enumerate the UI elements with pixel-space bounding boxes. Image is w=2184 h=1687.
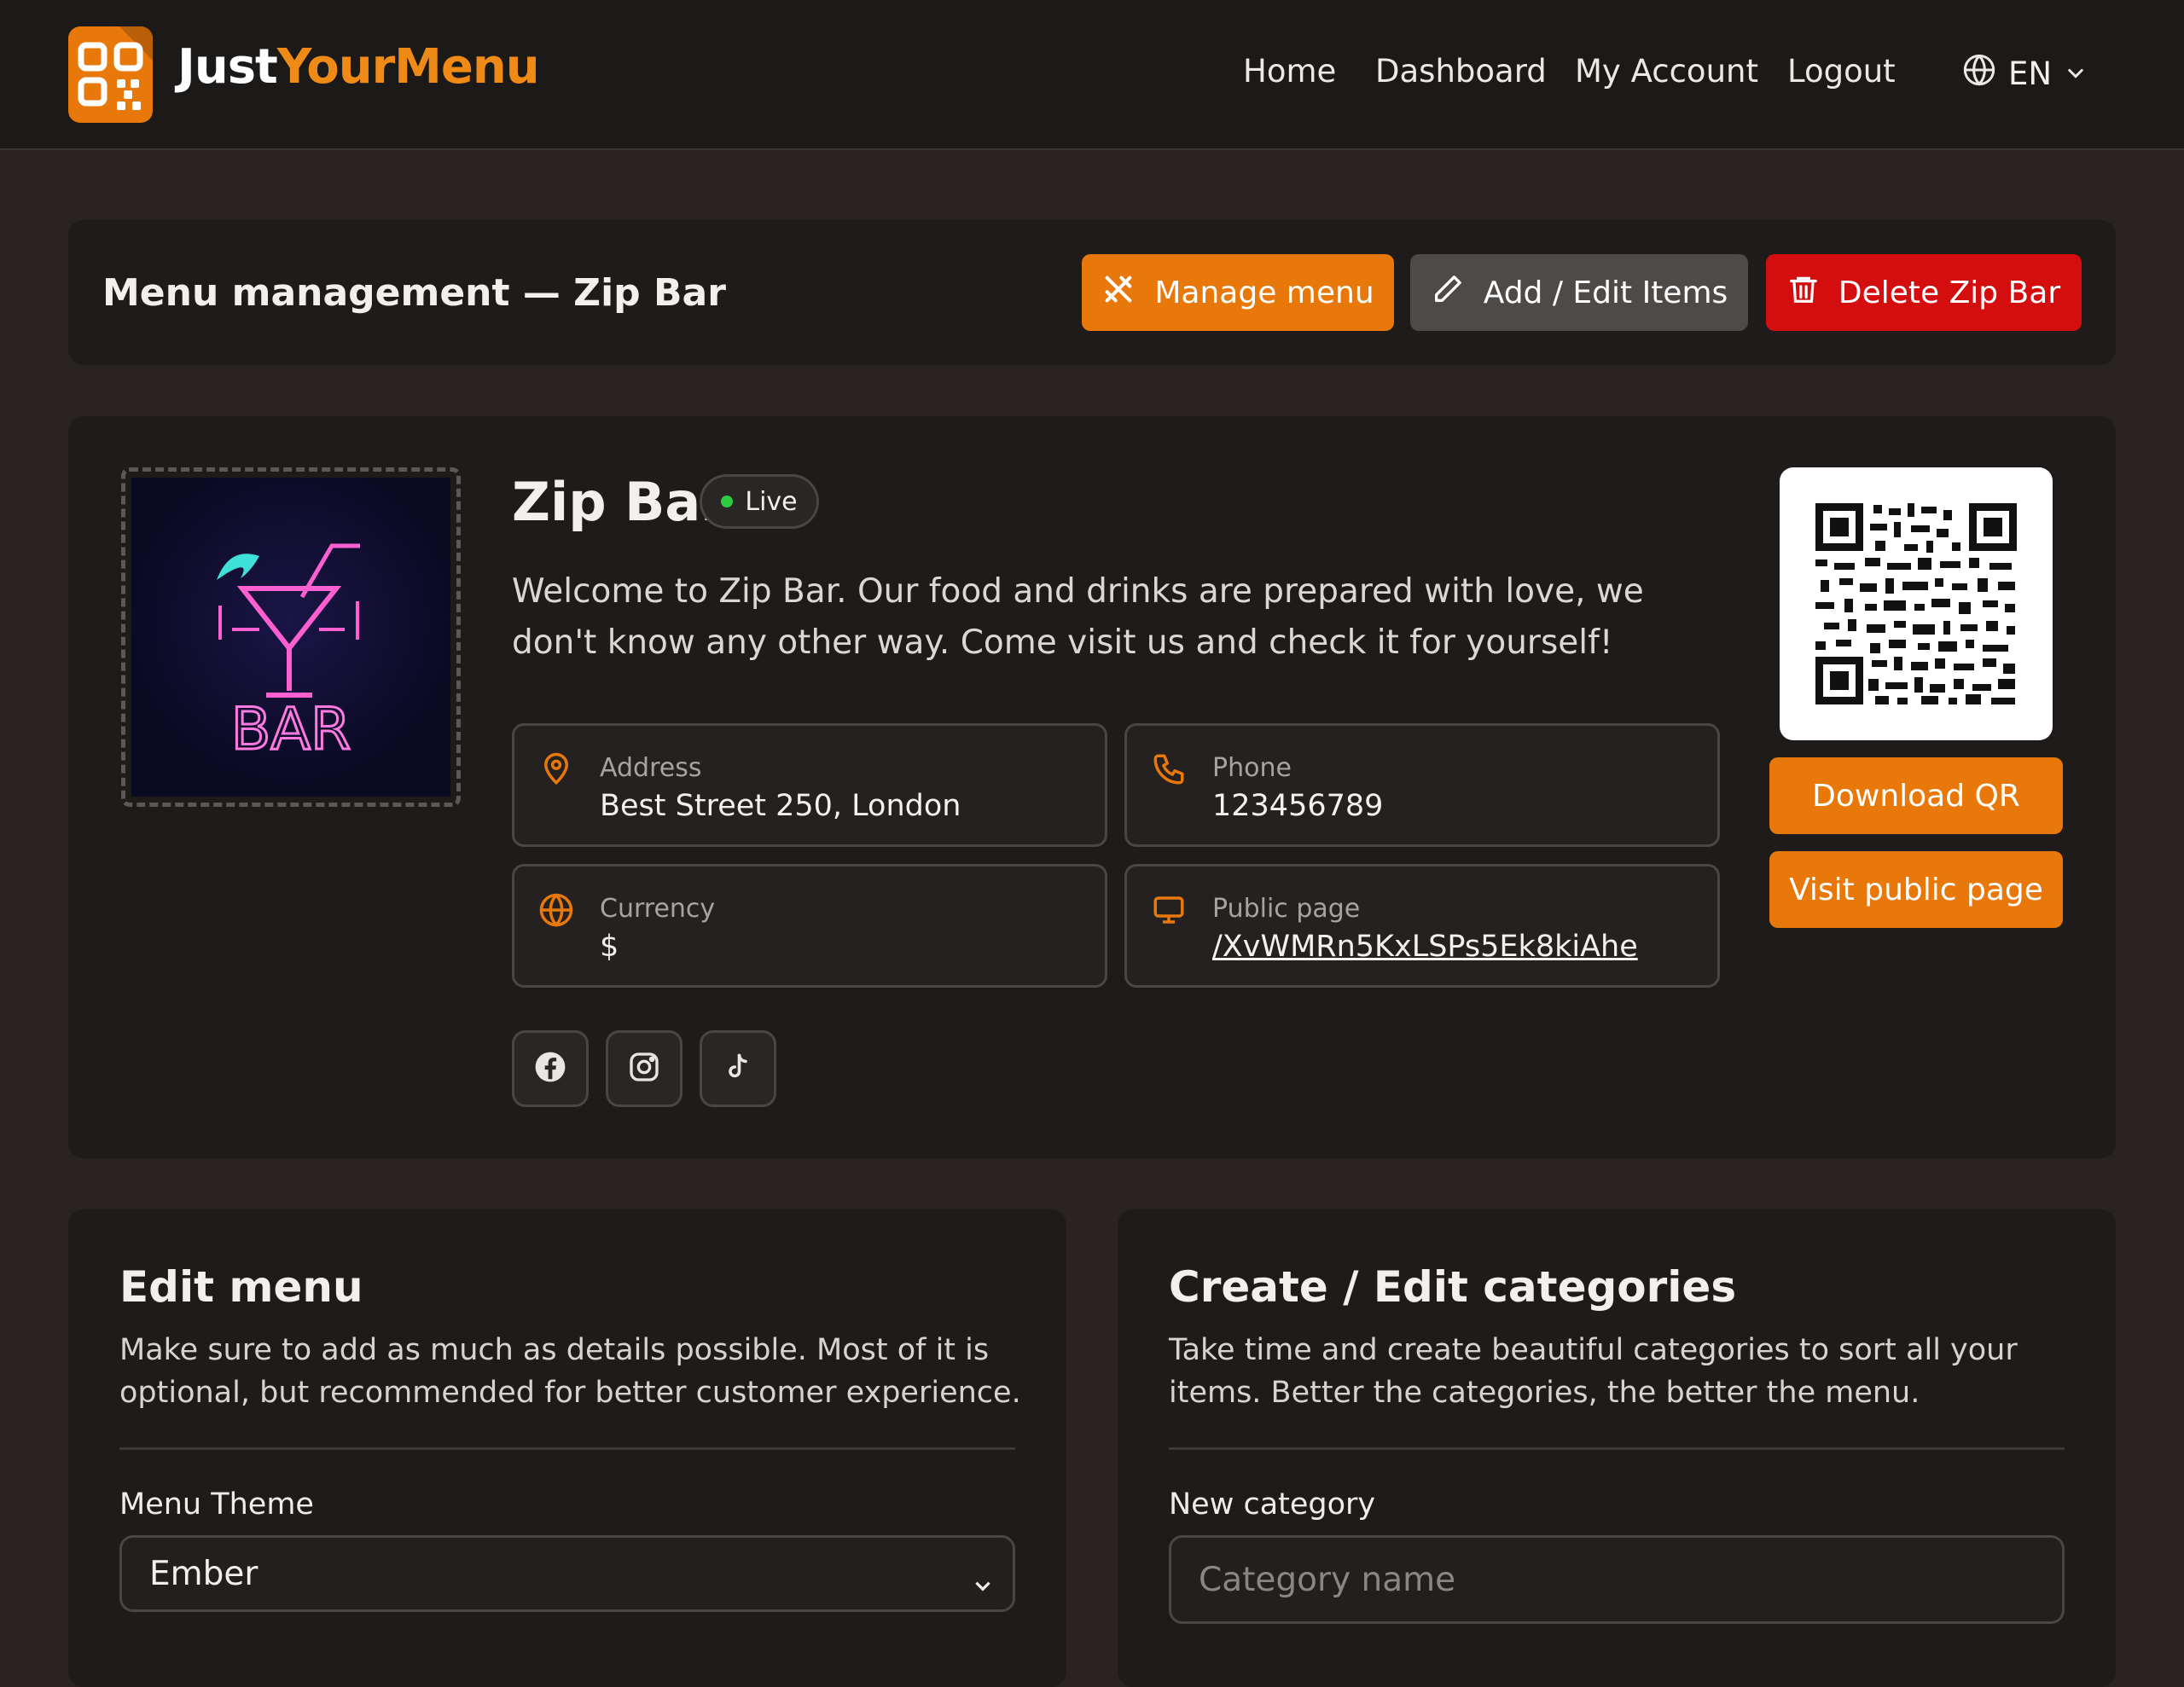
new-category-label: New category <box>1169 1487 1376 1522</box>
venue-name: Zip Bar <box>512 471 727 533</box>
address-label: Address <box>600 753 702 783</box>
nav-dashboard-link[interactable]: Dashboard <box>1375 53 1547 90</box>
globe-icon <box>538 892 574 931</box>
qr-code-icon <box>1815 503 2017 704</box>
status-label: Live <box>745 486 798 517</box>
address-info-card: Address Best Street 250, London <box>512 723 1107 847</box>
phone-label: Phone <box>1212 753 1292 783</box>
address-value: Best Street 250, London <box>600 789 961 823</box>
categories-divider <box>1169 1447 2065 1450</box>
pencil-icon <box>1431 272 1465 314</box>
facebook-button[interactable] <box>512 1030 589 1107</box>
public-page-label: Public page <box>1212 894 1361 924</box>
chevron-down-icon <box>2064 55 2088 92</box>
menu-theme-label: Menu Theme <box>119 1487 314 1522</box>
category-name-placeholder: Category name <box>1199 1560 1456 1599</box>
logo-text: BAR <box>231 696 351 763</box>
currency-label: Currency <box>600 894 716 924</box>
download-qr-label: Download QR <box>1812 778 2020 814</box>
categories-description: Take time and create beautiful categorie… <box>1169 1333 2018 1410</box>
brand-name[interactable]: JustYourMenu <box>177 39 540 95</box>
delete-venue-label: Delete Zip Bar <box>1838 275 2061 310</box>
add-edit-items-button[interactable]: Add / Edit Items <box>1410 254 1748 331</box>
chevron-down-icon <box>972 1567 994 1605</box>
menu-theme-select[interactable]: Ember <box>119 1535 1015 1612</box>
edit-menu-description: Make sure to add as much as details poss… <box>119 1333 1021 1410</box>
manage-menu-button[interactable]: Manage menu <box>1082 254 1394 331</box>
venue-logo-image: BAR <box>131 478 450 797</box>
currency-value: $ <box>600 930 619 964</box>
categories-title: Create / Edit categories <box>1169 1262 1737 1312</box>
nav-logout-link[interactable]: Logout <box>1787 53 1896 90</box>
download-qr-button[interactable]: Download QR <box>1769 757 2063 834</box>
cocktail-neon-icon: BAR <box>217 543 360 765</box>
qr-code-image <box>1780 467 2053 740</box>
nav-home-link[interactable]: Home <box>1243 53 1336 90</box>
edit-menu-title: Edit menu <box>119 1262 363 1312</box>
phone-icon <box>1151 751 1187 791</box>
language-code: EN <box>2008 55 2053 92</box>
add-edit-items-label: Add / Edit Items <box>1483 275 1728 310</box>
globe-icon <box>1962 53 1996 95</box>
manage-menu-label: Manage menu <box>1154 275 1374 310</box>
instagram-button[interactable] <box>606 1030 682 1107</box>
phone-value: 123456789 <box>1212 789 1384 823</box>
page-title: Menu management — Zip Bar <box>102 271 726 315</box>
tools-icon <box>1101 272 1136 314</box>
tiktok-button[interactable] <box>700 1030 776 1107</box>
status-badge: Live <box>700 474 819 529</box>
brand-name-part1: Just <box>177 39 278 95</box>
delete-venue-button[interactable]: Delete Zip Bar <box>1766 254 2082 331</box>
currency-info-card: Currency $ <box>512 864 1107 988</box>
tiktok-icon <box>723 1052 753 1086</box>
menu-theme-value: Ember <box>149 1554 258 1593</box>
trash-icon <box>1787 272 1820 314</box>
brand-name-part2: YourMenu <box>276 39 540 95</box>
venue-description: Welcome to Zip Bar. Our food and drinks … <box>512 572 1644 662</box>
top-navbar: JustYourMenu Home Dashboard My Account L… <box>0 0 2184 150</box>
public-page-info-card: Public page /XvWMRn5KxLSPs5Ek8kiAhe <box>1124 864 1720 988</box>
facebook-icon <box>534 1051 566 1087</box>
public-page-link[interactable]: /XvWMRn5KxLSPs5Ek8kiAhe <box>1212 930 1638 964</box>
instagram-icon <box>627 1050 661 1087</box>
visit-public-page-button[interactable]: Visit public page <box>1769 851 2063 928</box>
category-name-input[interactable]: Category name <box>1169 1535 2065 1624</box>
nav-my-account-link[interactable]: My Account <box>1575 53 1758 90</box>
visit-public-page-label: Visit public page <box>1789 872 2043 907</box>
map-pin-icon <box>538 751 574 791</box>
edit-menu-divider <box>119 1447 1015 1450</box>
phone-info-card: Phone 123456789 <box>1124 723 1720 847</box>
live-dot-icon <box>721 496 734 507</box>
brand-logo-icon[interactable] <box>68 26 153 123</box>
monitor-icon <box>1151 892 1187 931</box>
language-selector[interactable]: EN <box>1962 53 2088 95</box>
